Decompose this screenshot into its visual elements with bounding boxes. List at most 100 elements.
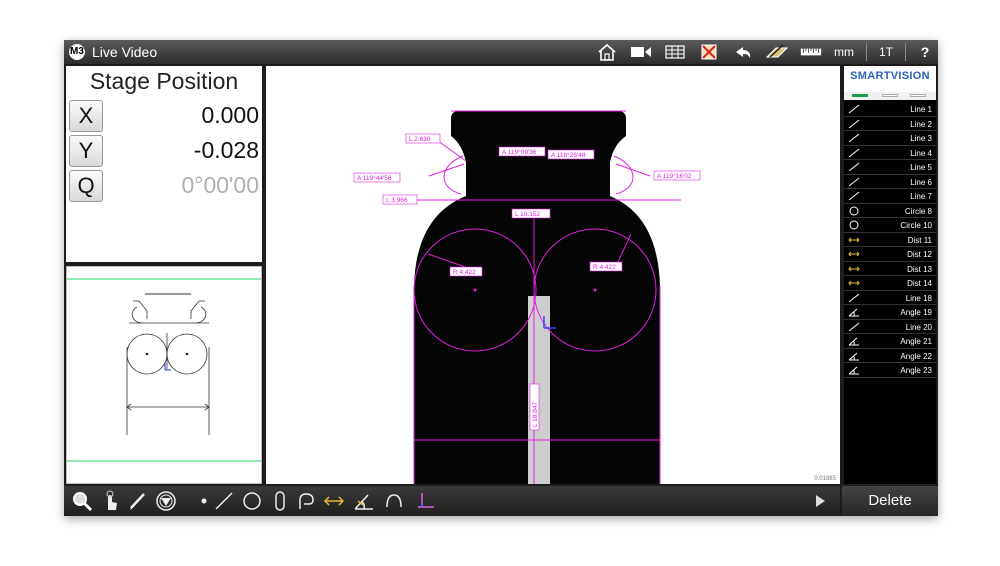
label-r2: R 4.422 — [593, 264, 616, 271]
app-logo: M3 — [69, 44, 85, 60]
feature-item-line-7[interactable]: Line 7 — [844, 189, 936, 204]
zero-q-button[interactable]: Q — [69, 170, 103, 202]
part-view-panel[interactable] — [66, 266, 262, 484]
label-a2: A 118°26'48 — [551, 151, 586, 159]
part-view-drawing — [67, 278, 261, 462]
feature-item-circle-8[interactable]: Circle 8 — [844, 204, 936, 218]
label-a1: A 119°09'36 — [502, 148, 537, 156]
tab-report[interactable] — [910, 94, 926, 97]
distance-tool-icon[interactable] — [322, 490, 346, 512]
label-a4: A 119°16'02 — [657, 172, 692, 180]
scale-label: 0.01885 — [814, 476, 836, 482]
app-title: Live Video — [92, 44, 158, 60]
q-value: 0°00'00 — [181, 172, 259, 198]
line-icon — [848, 148, 860, 158]
circle-tool-icon[interactable] — [240, 490, 264, 512]
axis-row-q: Q 0°00'00 — [69, 170, 259, 202]
stage-position-title: Stage Position — [89, 68, 239, 94]
angle-icon — [848, 336, 860, 346]
feature-item-dist-13[interactable]: Dist 13 — [844, 262, 936, 276]
probe-icon[interactable] — [765, 43, 788, 61]
stage-position-panel: Stage Position X 0.000 Y -0.028 Q 0°00'0… — [66, 66, 262, 262]
feature-item-line-6[interactable]: Line 6 — [844, 175, 936, 189]
feature-item-angle-21[interactable]: Angle 21 — [844, 334, 936, 349]
title-toolbar: mm 1T ? — [596, 42, 932, 62]
label-l1: L 2.630 — [409, 136, 431, 143]
brand-logo: SMARTVISION — [844, 66, 936, 92]
line-icon — [848, 119, 860, 129]
magnification-selector[interactable]: 1T — [879, 45, 893, 59]
edge-detect-icon[interactable] — [154, 490, 178, 512]
app-window: M3 Live Video mm 1T ? Stage Position X 0… — [64, 40, 938, 516]
tab-list[interactable] — [882, 94, 898, 97]
zoom-icon[interactable] — [70, 490, 94, 512]
video-camera-icon[interactable] — [630, 43, 652, 61]
feature-item-angle-23[interactable]: Angle 23 — [844, 363, 936, 378]
feature-item-line-4[interactable]: Line 4 — [844, 146, 936, 160]
home-icon[interactable] — [596, 43, 618, 61]
angle-tool-icon[interactable] — [352, 490, 376, 512]
line-icon — [848, 162, 860, 172]
feature-item-line-3[interactable]: Line 3 — [844, 131, 936, 146]
line-icon — [848, 133, 860, 143]
units-toggle[interactable]: mm — [834, 45, 854, 59]
pen-icon[interactable] — [126, 490, 150, 512]
line-icon — [848, 322, 860, 332]
label-a3: A 119°44'56 — [357, 174, 392, 182]
feature-item-line-5[interactable]: Line 5 — [844, 160, 936, 175]
feature-item-dist-11[interactable]: Dist 11 — [844, 233, 936, 247]
distance-icon — [848, 235, 860, 245]
label-l2: L 3.966 — [386, 197, 408, 204]
feature-item-dist-12[interactable]: Dist 12 — [844, 247, 936, 262]
ruler-icon[interactable] — [800, 43, 822, 61]
feature-item-line-2[interactable]: Line 2 — [844, 117, 936, 131]
arc-left — [443, 155, 464, 195]
label-l3: L 10.152 — [515, 211, 540, 218]
line-icon — [848, 177, 860, 187]
clear-screen-icon[interactable] — [698, 43, 720, 61]
tab-features[interactable] — [852, 94, 868, 97]
label-l4: L 18.847 — [532, 402, 539, 427]
slot-tool-icon[interactable] — [268, 490, 292, 512]
circle-icon — [848, 220, 860, 230]
angle-icon — [848, 365, 860, 375]
toolbar-divider — [905, 43, 906, 61]
feature-item-line-1[interactable]: Line 1 — [844, 102, 936, 117]
feature-item-dist-14[interactable]: Dist 14 — [844, 276, 936, 291]
circle-icon — [848, 206, 860, 216]
line-icon — [848, 293, 860, 303]
arc-right — [613, 155, 634, 195]
feature-item-circle-10[interactable]: Circle 10 — [844, 218, 936, 233]
axis-row-y: Y -0.028 — [69, 135, 259, 167]
datum-tool-icon[interactable] — [414, 490, 438, 512]
line-icon — [848, 104, 860, 114]
y-value: -0.028 — [193, 137, 259, 163]
play-icon[interactable] — [816, 495, 825, 507]
live-video-view[interactable]: L 2.630 A 119°09'36 A 118°26'48 A 119°44… — [266, 66, 840, 484]
feature-item-line-20[interactable]: Line 20 — [844, 320, 936, 334]
touch-probe-icon[interactable] — [98, 490, 122, 512]
leader-a3 — [428, 163, 465, 177]
measurement-overlay: L 2.630 A 119°09'36 A 118°26'48 A 119°44… — [353, 110, 701, 484]
x-value: 0.000 — [201, 102, 259, 128]
feature-item-angle-19[interactable]: Angle 19 — [844, 305, 936, 320]
arc-tool-icon[interactable] — [294, 490, 318, 512]
feature-panel: SMARTVISION Line 1 Line 2 Line 3 Line 4 … — [844, 66, 936, 484]
feature-item-angle-22[interactable]: Angle 22 — [844, 349, 936, 363]
label-r1: R 4.422 — [453, 269, 476, 276]
zero-x-button[interactable]: X — [69, 100, 103, 132]
distance-icon — [848, 249, 860, 259]
undo-icon[interactable] — [732, 43, 754, 61]
help-button[interactable]: ? — [918, 44, 932, 60]
toolbar-divider — [865, 43, 867, 61]
line-tool-icon[interactable] — [212, 490, 236, 512]
zero-y-button[interactable]: Y — [69, 135, 103, 167]
table-icon[interactable] — [664, 43, 686, 61]
axis-row-x: X 0.000 — [69, 100, 259, 132]
feature-list: Line 1 Line 2 Line 3 Line 4 Line 5 Line … — [844, 102, 936, 378]
feature-item-line-18[interactable]: Line 18 — [844, 291, 936, 305]
delete-button[interactable]: Delete — [842, 486, 938, 516]
angle-icon — [848, 351, 860, 361]
arc-measure-icon[interactable] — [382, 490, 406, 512]
measure-toolbar — [64, 486, 840, 516]
